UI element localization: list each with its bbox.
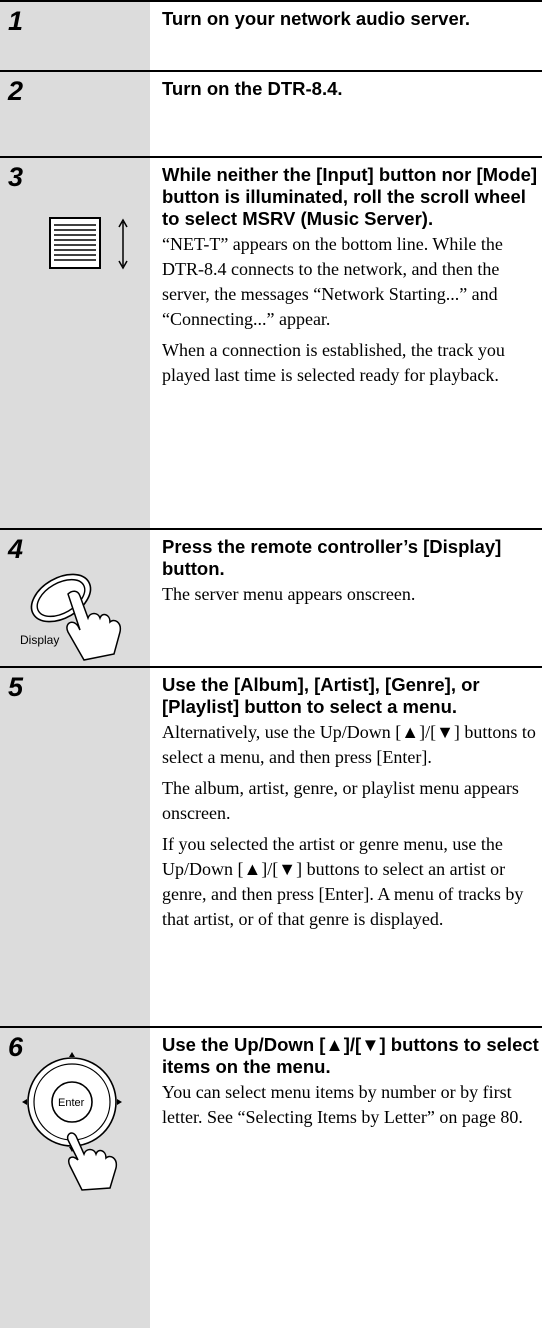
step-heading: Use the Up/Down [▲]/[▼] buttons to selec… <box>162 1034 539 1077</box>
enter-label: Enter <box>58 1097 85 1109</box>
step-number: 1 <box>8 6 24 36</box>
step-text: You can select menu items by number or b… <box>162 1082 523 1127</box>
step-text: “NET-T” appears on the bottom line. Whil… <box>162 234 503 329</box>
step-1-cell: 1 <box>0 2 150 70</box>
step-number: 5 <box>8 672 24 702</box>
step-heading: Turn on the DTR-8.4. <box>162 78 343 99</box>
step-text: The server menu appears onscreen. <box>162 584 416 604</box>
step-2-cell: 2 <box>0 72 150 156</box>
step-3-cell: 3 <box>0 158 150 528</box>
step-5-cell: 5 <box>0 668 150 1026</box>
step-6: 6 Enter Use the Up/Down [▲]/[▼] buttons … <box>0 1026 542 1328</box>
enter-dial-icon: Enter <box>22 1052 122 1191</box>
display-button-icon: Display <box>20 573 122 661</box>
step-3: 3 While neither the [Input] button nor [… <box>0 156 542 528</box>
step-number: 2 <box>8 76 24 106</box>
step-text: If you selected the artist or genre menu… <box>162 834 524 929</box>
step-5: 5 Use the [Album], [Artist], [Genre], or… <box>0 666 542 1026</box>
step-4-cell: 4 Display <box>0 530 150 666</box>
step-1: 1 Turn on your network audio server. <box>0 0 542 70</box>
step-heading: Press the remote controller’s [Display] … <box>162 536 502 579</box>
step-heading: While neither the [Input] button nor [Mo… <box>162 164 538 229</box>
step-text: When a connection is established, the tr… <box>162 340 505 385</box>
step-heading: Use the [Album], [Artist], [Genre], or [… <box>162 674 480 717</box>
display-label: Display <box>20 633 59 647</box>
step-4: 4 Display Press the remote controller’s … <box>0 528 542 666</box>
step-text: The album, artist, genre, or playlist me… <box>162 778 519 823</box>
step-number: 3 <box>8 162 24 192</box>
step-2: 2 Turn on the DTR-8.4. <box>0 70 542 156</box>
step-text: Alternatively, use the Up/Down [▲]/[▼] b… <box>162 722 536 767</box>
step-6-cell: 6 Enter <box>0 1028 150 1328</box>
scroll-wheel-icon <box>49 217 128 270</box>
step-heading: Turn on your network audio server. <box>162 8 471 29</box>
